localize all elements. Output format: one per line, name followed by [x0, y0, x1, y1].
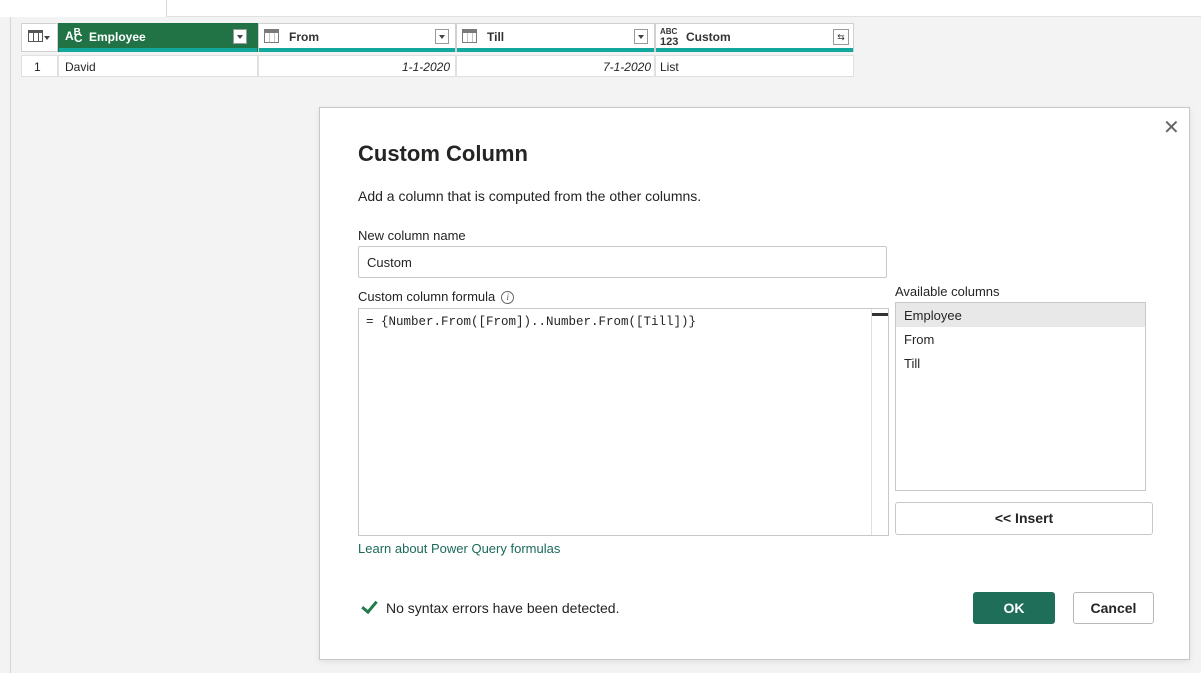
formula-label: Custom column formula i [358, 289, 515, 304]
learn-formulas-link[interactable]: Learn about Power Query formulas [358, 541, 560, 556]
left-divider [10, 17, 11, 673]
column-quality-bar [457, 48, 654, 52]
custom-column-dialog: ✕ Custom Column Add a column that is com… [319, 107, 1190, 660]
available-columns-label: Available columns [895, 284, 1000, 299]
type-letter: C [73, 31, 83, 45]
ok-button[interactable]: OK [973, 592, 1055, 624]
cell-custom: List [660, 60, 679, 74]
cancel-button[interactable]: Cancel [1073, 592, 1154, 624]
text-type-icon: ABC [65, 28, 90, 45]
column-header-custom[interactable]: ABC 123 Custom ⇆ [655, 23, 854, 52]
column-quality-bar [59, 48, 257, 52]
row-index: 1 [21, 55, 58, 77]
tab-divider [166, 0, 1201, 17]
column-quality-bar [259, 48, 455, 52]
chevron-down-icon [44, 36, 50, 40]
column-name: Custom [686, 30, 731, 44]
formula-scrollbar[interactable] [871, 309, 888, 535]
formula-text: = {Number.From([From])..Number.From([Til… [366, 315, 697, 329]
table-cell[interactable]: 1-1-2020 [258, 55, 456, 77]
type-letter: A [65, 29, 74, 43]
top-strip [0, 0, 1201, 17]
status-text: No syntax errors have been detected. [386, 600, 620, 616]
table-cell[interactable]: 7-1-2020 [456, 55, 655, 77]
close-icon[interactable]: ✕ [1163, 118, 1180, 138]
expand-column-icon[interactable]: ⇆ [833, 29, 849, 45]
cell-employee: David [65, 60, 96, 74]
date-type-icon [264, 29, 279, 43]
cell-till: 7-1-2020 [602, 60, 651, 74]
column-quality-bar [656, 48, 853, 52]
dialog-title: Custom Column [358, 141, 528, 166]
available-column-item[interactable]: Employee [896, 303, 1145, 327]
syntax-status: No syntax errors have been detected. [360, 598, 619, 616]
table-cell[interactable]: David [58, 55, 258, 77]
column-header-till[interactable]: Till [456, 23, 655, 52]
column-filter-dropdown[interactable] [634, 29, 648, 44]
table-icon [28, 30, 43, 42]
available-columns-list[interactable]: Employee From Till [895, 302, 1146, 491]
column-filter-dropdown[interactable] [233, 29, 247, 44]
insert-button[interactable]: << Insert [895, 502, 1153, 535]
table-cell[interactable]: List [655, 55, 854, 77]
type-label-123: 123 [660, 36, 679, 48]
table-menu-button[interactable] [21, 23, 58, 52]
available-column-item[interactable]: From [896, 327, 1145, 351]
scrollbar-thumb[interactable] [872, 313, 888, 316]
column-name: Till [487, 30, 505, 44]
formula-label-text: Custom column formula [358, 289, 496, 304]
formula-editor[interactable]: = {Number.From([From])..Number.From([Til… [358, 308, 889, 536]
available-column-item[interactable]: Till [896, 351, 1145, 375]
column-filter-dropdown[interactable] [435, 29, 449, 44]
new-column-name-label: New column name [358, 228, 466, 243]
column-name: Employee [89, 30, 146, 44]
new-column-name-input[interactable] [358, 246, 887, 278]
column-name: From [289, 30, 319, 44]
info-icon[interactable]: i [501, 291, 515, 304]
dialog-subtitle: Add a column that is computed from the o… [358, 188, 702, 204]
any-type-icon: ABC 123 [660, 27, 679, 48]
check-icon [360, 598, 378, 616]
column-header-from[interactable]: From [258, 23, 456, 52]
date-type-icon [462, 29, 477, 43]
column-header-employee[interactable]: ABC Employee [58, 23, 258, 52]
cell-from: 1-1-2020 [401, 60, 450, 74]
row-number: 1 [34, 60, 41, 74]
